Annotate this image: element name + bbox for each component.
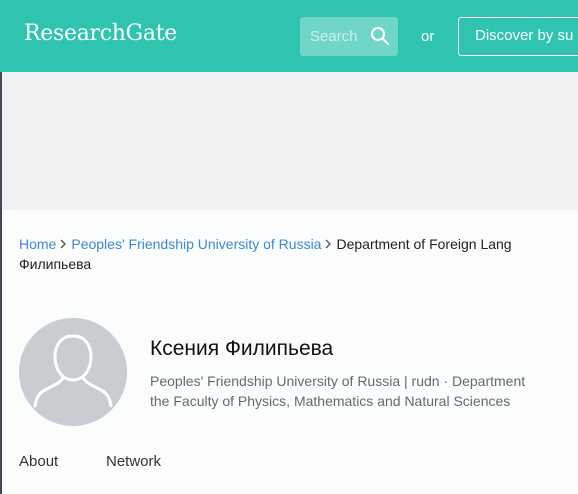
profile-banner (2, 72, 578, 210)
researchgate-logo[interactable]: ResearchGate (24, 21, 177, 46)
avatar[interactable] (19, 318, 127, 426)
chevron-right-icon (325, 239, 332, 249)
profile-affiliation: Peoples' Friendship University of Russia… (150, 371, 578, 411)
search-icon[interactable] (370, 26, 390, 46)
chevron-right-icon (60, 239, 67, 249)
tab-about[interactable]: About (19, 453, 58, 470)
profile-name: Ксения Филипьева (150, 337, 334, 360)
breadcrumb-university-link[interactable]: Peoples' Friendship University of Russia (71, 236, 321, 252)
affiliation-line-2[interactable]: the Faculty of Physics, Mathematics and … (150, 391, 578, 411)
user-silhouette-icon (19, 318, 127, 426)
breadcrumb-home-link[interactable]: Home (19, 236, 56, 252)
search-box[interactable] (300, 17, 398, 56)
breadcrumb-department: Department of Foreign Lang (336, 236, 512, 252)
breadcrumb-current-page: Филипьева (19, 256, 92, 272)
or-separator-text: or (421, 28, 435, 45)
search-input[interactable] (310, 28, 366, 45)
tab-network[interactable]: Network (106, 453, 161, 470)
breadcrumb: Home Peoples' Friendship University of Ru… (19, 234, 578, 274)
discover-button[interactable]: Discover by su (458, 17, 578, 56)
top-navigation-bar: ResearchGate or Discover by su (0, 0, 578, 72)
affiliation-line-1[interactable]: Peoples' Friendship University of Russia… (150, 371, 578, 391)
